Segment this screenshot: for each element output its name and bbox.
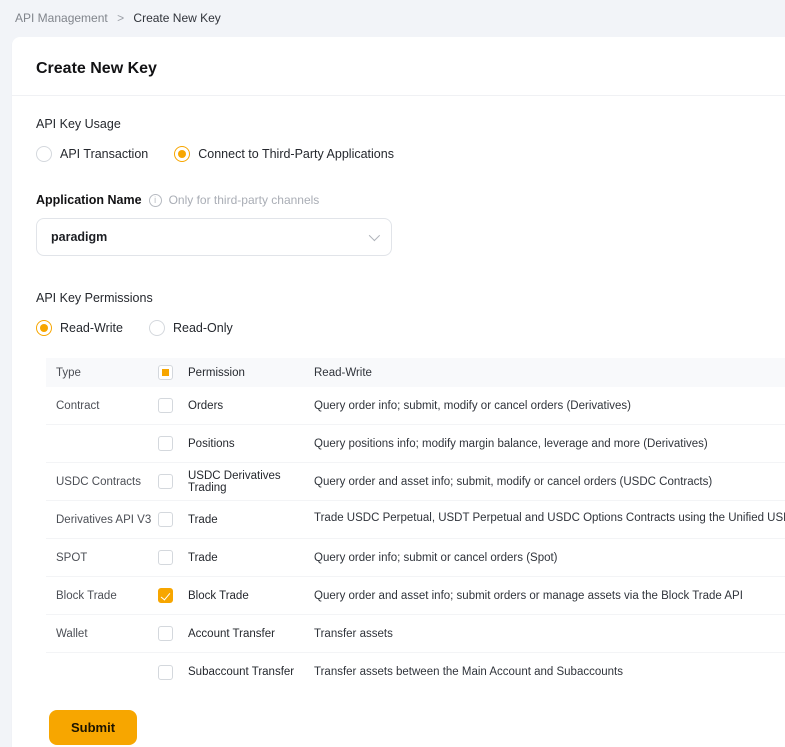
row-checkbox[interactable] <box>158 512 173 527</box>
row-description: Trade USDC Perpetual, USDT Perpetual and… <box>314 512 785 527</box>
api-key-usage-section: API Key Usage API Transaction Connect to… <box>36 117 785 162</box>
radio-api-transaction[interactable]: API Transaction <box>36 146 148 162</box>
radio-icon[interactable] <box>36 320 52 336</box>
row-permission: USDC Derivatives Trading <box>188 470 314 494</box>
row-description: Query order and asset info; submit, modi… <box>314 476 785 488</box>
row-checkbox[interactable] <box>158 626 173 641</box>
permissions-table: Type Permission Read-Write Contract Orde… <box>46 358 785 691</box>
application-name-hint: Only for third-party channels <box>169 193 320 207</box>
table-row: Block Trade Block Trade Query order and … <box>46 577 785 615</box>
info-icon: i <box>149 194 162 207</box>
row-type: Derivatives API V3 <box>46 514 158 526</box>
header-permission: Permission <box>188 367 314 379</box>
radio-icon[interactable] <box>149 320 165 336</box>
row-checkbox[interactable] <box>158 398 173 413</box>
table-row: Derivatives API V3 Trade Trade USDC Perp… <box>46 501 785 539</box>
chevron-down-icon <box>369 230 380 241</box>
table-row: Contract Orders Query order info; submit… <box>46 387 785 425</box>
radio-icon[interactable] <box>174 146 190 162</box>
page-title: Create New Key <box>36 60 761 78</box>
row-permission: Trade <box>188 514 314 526</box>
table-row: USDC Contracts USDC Derivatives Trading … <box>46 463 785 501</box>
row-type: Contract <box>46 400 158 412</box>
row-type: USDC Contracts <box>46 476 158 488</box>
radio-read-write-label[interactable]: Read-Write <box>60 321 123 335</box>
row-checkbox[interactable] <box>158 436 173 451</box>
card-header: Create New Key <box>12 37 785 96</box>
row-permission: Block Trade <box>188 590 314 602</box>
application-name-section: Application Name i Only for third-party … <box>36 193 785 256</box>
card-body: API Key Usage API Transaction Connect to… <box>12 96 785 747</box>
row-type: Wallet <box>46 628 158 640</box>
row-permission: Orders <box>188 400 314 412</box>
breadcrumb-api-management[interactable]: API Management <box>15 11 108 25</box>
application-name-selected-value: paradigm <box>51 230 107 244</box>
row-permission: Subaccount Transfer <box>188 666 314 678</box>
table-header-row: Type Permission Read-Write <box>46 358 785 387</box>
header-type: Type <box>46 367 158 379</box>
api-key-usage-label: API Key Usage <box>36 117 785 131</box>
radio-third-party[interactable]: Connect to Third-Party Applications <box>174 146 394 162</box>
row-description: Query order and asset info; submit order… <box>314 590 785 602</box>
api-key-permissions-section: API Key Permissions Read-Write Read-Only… <box>36 291 785 745</box>
header-read-write: Read-Write <box>314 367 785 379</box>
application-name-select[interactable]: paradigm <box>36 218 392 256</box>
table-row: SPOT Trade Query order info; submit or c… <box>46 539 785 577</box>
row-type: Block Trade <box>46 590 158 602</box>
table-row: Wallet Account Transfer Transfer assets <box>46 615 785 653</box>
row-checkbox[interactable] <box>158 474 173 489</box>
api-key-permissions-label: API Key Permissions <box>36 291 785 305</box>
row-permission: Trade <box>188 552 314 564</box>
table-row: Positions Query positions info; modify m… <box>46 425 785 463</box>
row-type: SPOT <box>46 552 158 564</box>
row-permission: Positions <box>188 438 314 450</box>
row-description: Query order info; submit, modify or canc… <box>314 400 785 412</box>
application-name-label: Application Name <box>36 193 142 207</box>
submit-button[interactable]: Submit <box>49 710 137 745</box>
radio-icon[interactable] <box>36 146 52 162</box>
breadcrumb-current: Create New Key <box>133 11 220 25</box>
radio-read-only[interactable]: Read-Only <box>149 320 233 336</box>
row-checkbox[interactable] <box>158 665 173 680</box>
breadcrumb-separator: > <box>117 11 124 25</box>
select-all-checkbox[interactable] <box>158 365 173 380</box>
row-description: Transfer assets between the Main Account… <box>314 666 785 678</box>
radio-third-party-label[interactable]: Connect to Third-Party Applications <box>198 147 394 161</box>
radio-read-only-label[interactable]: Read-Only <box>173 321 233 335</box>
permissions-radio-group: Read-Write Read-Only <box>36 320 785 336</box>
row-permission: Account Transfer <box>188 628 314 640</box>
row-description: Transfer assets <box>314 628 785 640</box>
radio-read-write[interactable]: Read-Write <box>36 320 123 336</box>
breadcrumb: API Management > Create New Key <box>0 0 785 37</box>
radio-api-transaction-label[interactable]: API Transaction <box>60 147 148 161</box>
usage-radio-group: API Transaction Connect to Third-Party A… <box>36 146 785 162</box>
row-checkbox[interactable] <box>158 550 173 565</box>
row-description-before: Trade USDC Perpetual, USDT Perpetual and… <box>314 512 785 524</box>
create-new-key-card: Create New Key API Key Usage API Transac… <box>12 37 785 747</box>
row-checkbox[interactable] <box>158 588 173 603</box>
row-description: Query positions info; modify margin bala… <box>314 438 785 450</box>
application-name-label-row: Application Name i Only for third-party … <box>36 193 785 207</box>
table-row: Subaccount Transfer Transfer assets betw… <box>46 653 785 691</box>
row-description: Query order info; submit or cancel order… <box>314 552 785 564</box>
